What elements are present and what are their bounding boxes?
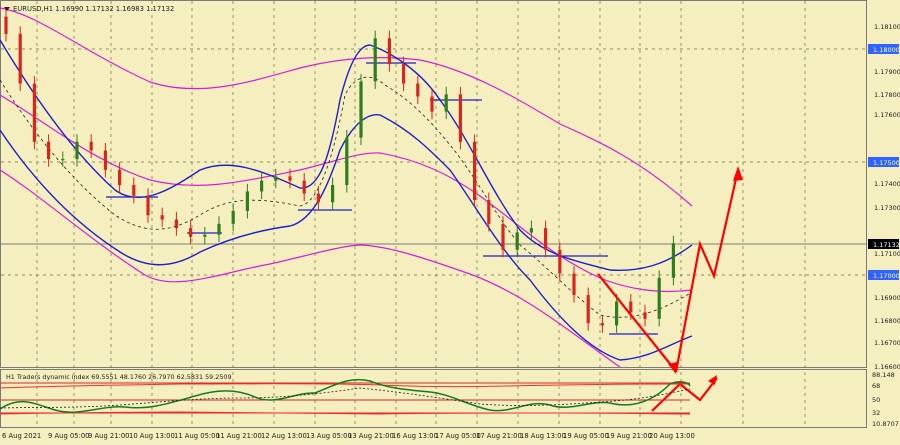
candle-body bbox=[586, 295, 590, 324]
candle-body bbox=[359, 81, 363, 138]
candle-body bbox=[657, 277, 661, 319]
candle-body bbox=[160, 215, 164, 220]
indicator-title: H1 Traders dynamic index 69.5551 48.1760… bbox=[6, 373, 232, 381]
time-label: 20 Aug 13:00 bbox=[649, 432, 695, 440]
candle-body bbox=[103, 150, 107, 170]
candle-body bbox=[203, 234, 207, 237]
candle-body bbox=[274, 176, 278, 181]
time-label: 11 Aug 05:00 bbox=[174, 432, 220, 440]
candle-body bbox=[544, 228, 548, 250]
chart-title: EURUSD,H1 1.16990 1.17132 1.16983 1.1713… bbox=[13, 5, 174, 13]
time-axis: 6 Aug 2021 9 Aug 05:00 9 Aug 21:00 10 Au… bbox=[2, 432, 695, 440]
highlight-1-17500: 1.17500 bbox=[873, 159, 900, 167]
highlight-1-18000: 1.18000 bbox=[873, 46, 900, 54]
candle-body bbox=[146, 195, 150, 216]
candle-body bbox=[18, 33, 22, 84]
candle-body bbox=[671, 243, 675, 278]
price-tick: 1.16700 bbox=[874, 339, 900, 347]
candle-body bbox=[615, 301, 619, 326]
candle-body bbox=[572, 273, 576, 296]
time-label: 6 Aug 2021 bbox=[2, 432, 41, 440]
time-label: 11 Aug 21:00 bbox=[216, 432, 262, 440]
price-tick: 1.16900 bbox=[874, 294, 900, 302]
candle-body bbox=[260, 180, 264, 192]
indicator-tick: 68 bbox=[872, 382, 880, 390]
candle-body bbox=[89, 141, 93, 151]
price-tick: 1.17400 bbox=[874, 180, 900, 188]
time-label: 18 Aug 13:00 bbox=[520, 432, 566, 440]
candle-body bbox=[402, 64, 406, 84]
price-tick: 1.17900 bbox=[874, 68, 900, 76]
indicator-tick: 10.8707 bbox=[872, 420, 899, 428]
candle-body bbox=[118, 169, 122, 185]
price-highlight-labels: 1.18000 1.17500 1.17132 1.17000 bbox=[868, 44, 900, 280]
candle-body bbox=[32, 83, 36, 142]
candle-body bbox=[288, 176, 292, 181]
chart-header: EURUSD,H1 1.16990 1.17132 1.16983 1.1713… bbox=[4, 5, 174, 13]
time-label: 17 Aug 05:00 bbox=[435, 432, 481, 440]
candle-body bbox=[4, 16, 8, 34]
candle-body bbox=[189, 228, 193, 237]
time-label: 13 Aug 21:00 bbox=[348, 432, 394, 440]
candle-body bbox=[458, 94, 462, 142]
trading-chart[interactable]: 1.18100 1.17900 1.17800 1.17600 1.17400 … bbox=[0, 0, 900, 445]
candle-body bbox=[387, 38, 391, 65]
candle-body bbox=[331, 185, 335, 203]
price-tick: 1.17100 bbox=[874, 250, 900, 258]
price-tick: 1.16800 bbox=[874, 317, 900, 325]
price-tick: 1.16600 bbox=[874, 363, 900, 371]
candle-body bbox=[473, 141, 477, 201]
time-label: 19 Aug 21:00 bbox=[606, 432, 652, 440]
price-panel[interactable] bbox=[0, 0, 867, 368]
candle-body bbox=[430, 96, 434, 112]
candle-body bbox=[501, 223, 505, 250]
time-label: 12 Aug 13:00 bbox=[261, 432, 307, 440]
candle-body bbox=[345, 137, 349, 185]
price-axis: 1.18100 1.17900 1.17800 1.17600 1.17400 … bbox=[874, 23, 900, 371]
highlight-current-price: 1.17132 bbox=[873, 241, 900, 249]
indicator-tick: 88.148 bbox=[872, 371, 895, 379]
candle-body bbox=[529, 228, 533, 233]
time-label: 9 Aug 05:00 bbox=[48, 432, 90, 440]
candle-body bbox=[47, 141, 51, 160]
candle-body bbox=[302, 180, 306, 194]
indicator-tick: 32 bbox=[872, 409, 880, 417]
time-label: 9 Aug 21:00 bbox=[88, 432, 130, 440]
candle-body bbox=[61, 159, 65, 161]
candle-body bbox=[600, 323, 604, 326]
time-label: 17 Aug 21:00 bbox=[476, 432, 522, 440]
price-tick: 1.18100 bbox=[874, 23, 900, 31]
candle-body bbox=[231, 210, 235, 224]
highlight-1-17000: 1.17000 bbox=[873, 272, 900, 280]
candle-body bbox=[217, 223, 221, 235]
candle-body bbox=[132, 185, 136, 196]
price-tick: 1.17800 bbox=[874, 91, 900, 99]
candle-body bbox=[558, 249, 562, 274]
candle-body bbox=[444, 94, 448, 112]
candle-body bbox=[174, 219, 178, 229]
time-label: 10 Aug 13:00 bbox=[129, 432, 175, 440]
candle-body bbox=[643, 312, 647, 319]
price-tick: 1.17600 bbox=[874, 111, 900, 119]
candle-body bbox=[245, 191, 249, 211]
time-label: 16 Aug 13:00 bbox=[392, 432, 438, 440]
time-label: 13 Aug 05:00 bbox=[306, 432, 352, 440]
candle-body bbox=[75, 141, 79, 160]
candle-body bbox=[515, 232, 519, 250]
time-label: 19 Aug 05:00 bbox=[563, 432, 609, 440]
candle-body bbox=[416, 83, 420, 97]
candle-body bbox=[487, 200, 491, 224]
indicator-tick: 50 bbox=[872, 396, 880, 404]
candle-body bbox=[373, 38, 377, 82]
candle-body bbox=[629, 301, 633, 313]
indicator-axis: 88.148 68 50 32 10.8707 bbox=[872, 371, 899, 428]
candle-body bbox=[316, 193, 320, 203]
price-tick: 1.17300 bbox=[874, 204, 900, 212]
